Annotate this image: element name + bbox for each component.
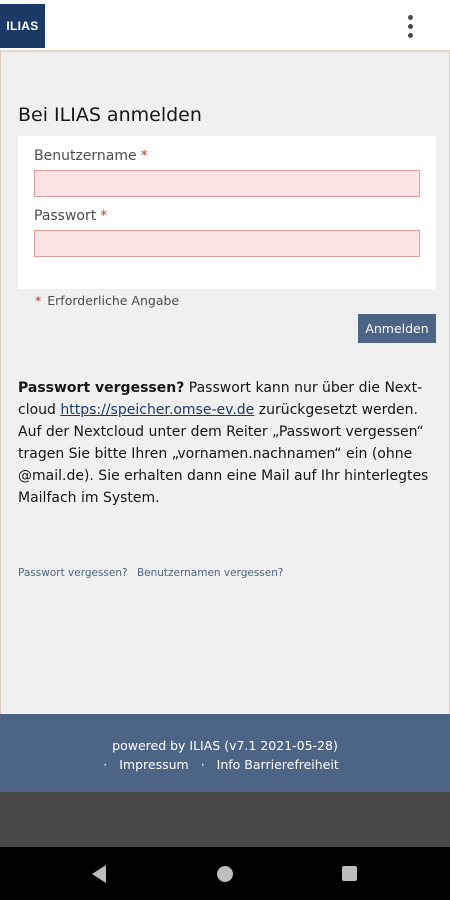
forgot-password-link[interactable]: Passwort vergessen?: [18, 567, 128, 579]
menu-dot: [407, 14, 413, 20]
powered-by-text: powered by ILIAS (v7.1 2021-05-28): [112, 738, 338, 753]
login-button[interactable]: Anmelden: [358, 314, 436, 343]
required-note: * Erforderliche Angabe: [35, 293, 179, 308]
main-content: Bei ILIAS anmelden Benutzername * Passwor…: [0, 52, 450, 714]
menu-dot: [407, 32, 413, 38]
recent-apps-icon[interactable]: [342, 866, 357, 881]
ilias-logo[interactable]: ILIAS: [0, 4, 45, 48]
password-info-heading: Passwort vergessen?: [18, 380, 185, 396]
accessibility-link[interactable]: Info Barrierefreiheit: [217, 757, 339, 772]
required-note-text: Erforderliche Angabe: [47, 293, 180, 308]
username-label-text: Benutzername: [34, 148, 137, 164]
required-marker: *: [35, 293, 42, 308]
kebab-menu-icon[interactable]: [396, 10, 424, 42]
home-icon[interactable]: [217, 866, 233, 882]
password-label: Passwort *: [34, 208, 107, 224]
system-nav-bar: [0, 847, 450, 900]
required-marker: *: [100, 208, 108, 224]
top-bar: ILIAS: [0, 0, 450, 52]
footer: powered by ILIAS (v7.1 2021-05-28) · Imp…: [0, 714, 450, 792]
back-icon[interactable]: [92, 865, 106, 883]
help-links: Passwort vergessen? Benutzernamen verges…: [18, 567, 283, 579]
menu-dot: [407, 23, 413, 29]
password-input[interactable]: [34, 230, 420, 257]
page-title: Bei ILIAS anmelden: [18, 104, 202, 126]
username-input[interactable]: [34, 170, 420, 197]
username-label: Benutzername *: [34, 148, 148, 164]
required-marker: *: [140, 148, 148, 164]
nextcloud-link[interactable]: https://speicher.omse-ev.de: [60, 402, 254, 418]
footer-bullet: ·: [103, 757, 108, 772]
footer-links: · Impressum · Info Barrierefreiheit: [0, 757, 450, 772]
imprint-link[interactable]: Impressum: [119, 757, 188, 772]
footer-bullet: ·: [200, 757, 205, 772]
password-info: Passwort vergessen? Passwort kann nur üb…: [18, 377, 436, 509]
login-form: Benutzername * Passwort *: [18, 136, 436, 289]
forgot-username-link[interactable]: Benutzernamen vergessen?: [137, 567, 284, 579]
gray-band: [0, 792, 450, 847]
password-label-text: Passwort: [34, 208, 97, 224]
